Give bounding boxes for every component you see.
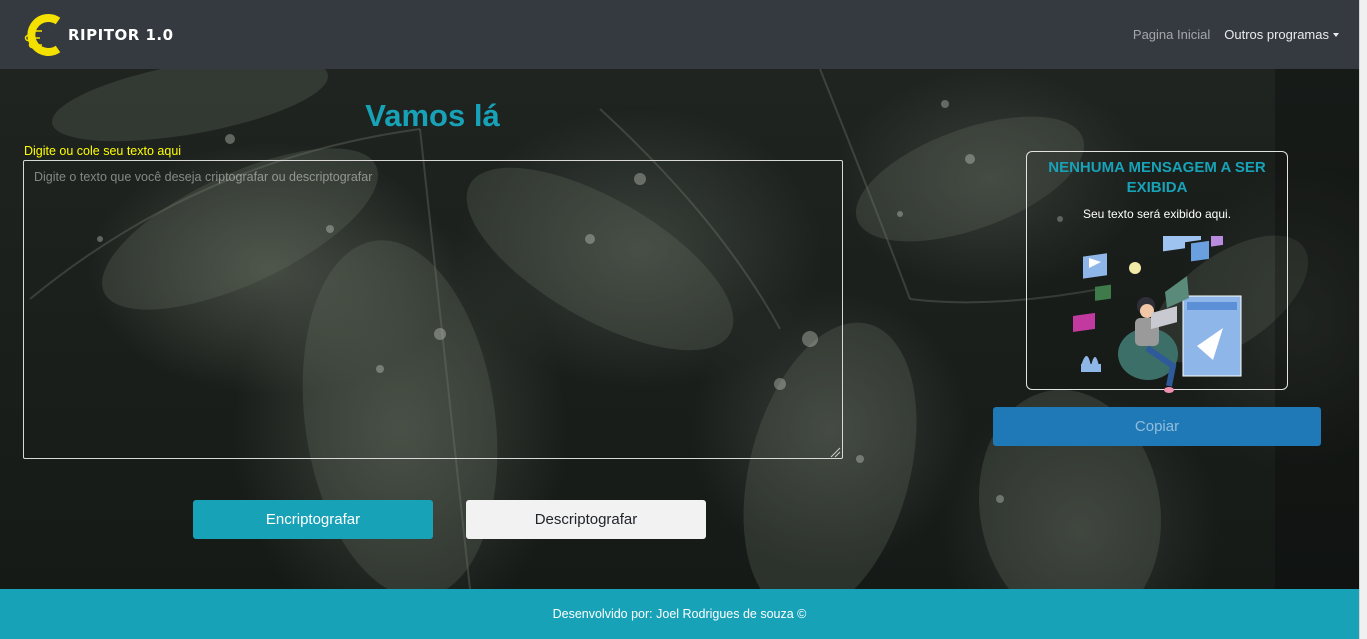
output-title: NENHUMA MENSAGEM A SER EXIBIDA xyxy=(1048,159,1266,196)
page-title: Vamos lá xyxy=(365,98,500,133)
brand-link[interactable]: RIPITOR 1.0 xyxy=(22,0,174,69)
nav-links: Pagina Inicial Outros programas xyxy=(1133,27,1339,42)
copy-button[interactable]: Copiar xyxy=(993,407,1321,446)
logo-c-icon xyxy=(24,13,61,56)
input-label: Digite ou cole seu texto aqui xyxy=(24,144,182,158)
brand-name: RIPITOR 1.0 xyxy=(68,25,174,44)
output-card: NENHUMA MENSAGEM A SER EXIBIDA Seu texto… xyxy=(1026,151,1288,393)
caret-down-icon xyxy=(1333,32,1339,37)
decrypt-button[interactable]: Descriptografar xyxy=(466,500,706,539)
nav-home-link[interactable]: Pagina Inicial xyxy=(1133,27,1210,42)
nav-programs-dropdown[interactable]: Outros programas xyxy=(1224,27,1339,42)
navbar: RIPITOR 1.0 Pagina Inicial Outros progra… xyxy=(0,0,1359,69)
page-scrollbar[interactable] xyxy=(1359,0,1367,639)
person-laptop-illustration xyxy=(1073,236,1242,393)
resize-grip-icon[interactable] xyxy=(829,446,841,458)
main-section: Vamos lá Digite ou cole seu texto aqui E… xyxy=(0,69,1359,589)
encrypt-button[interactable]: Encriptografar xyxy=(193,500,433,539)
nav-programs-label: Outros programas xyxy=(1224,27,1329,42)
footer-credit: Desenvolvido por: Joel Rodrigues de souz… xyxy=(552,607,807,621)
text-input[interactable] xyxy=(23,160,843,459)
output-subtitle: Seu texto será exibido aqui. xyxy=(1082,207,1232,221)
footer: Desenvolvido por: Joel Rodrigues de souz… xyxy=(0,589,1359,639)
